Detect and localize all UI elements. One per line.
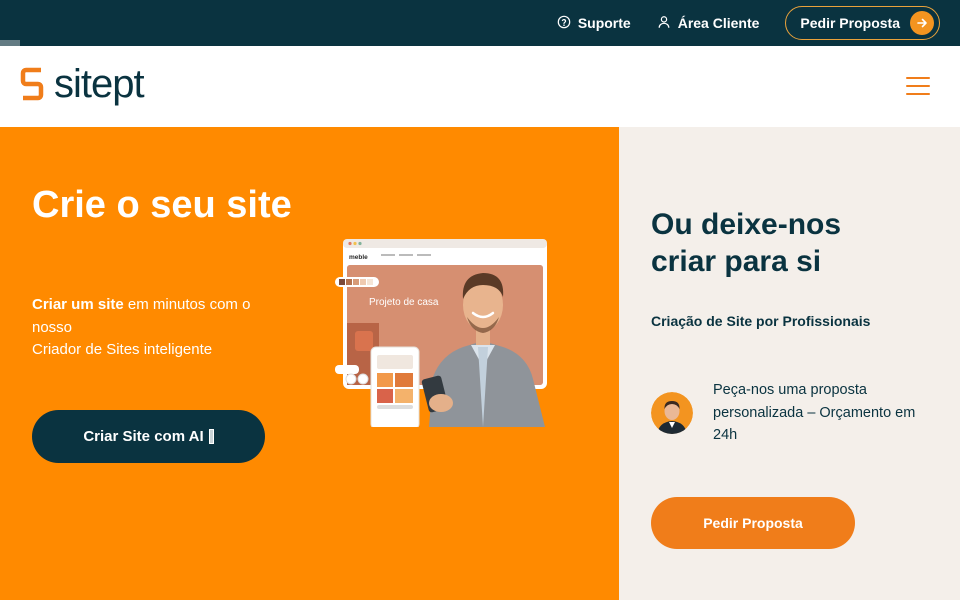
site-header: sitept bbox=[0, 46, 960, 127]
desc-line2: Criador de Sites inteligente bbox=[32, 341, 213, 358]
client-area-link[interactable]: Área Cliente bbox=[657, 15, 760, 32]
proposal-row: Peça-nos uma proposta personalizada – Or… bbox=[651, 379, 923, 447]
mockup-headline: Projeto de casa bbox=[369, 297, 439, 308]
logo-mark-icon bbox=[20, 67, 44, 101]
site-logo[interactable]: sitept bbox=[20, 62, 145, 106]
arrow-right-icon bbox=[910, 11, 934, 35]
top-nav: Suporte Área Cliente Pedir Proposta bbox=[557, 6, 940, 40]
right-title: Ou deixe-nos criar para si bbox=[651, 208, 842, 278]
proposal-text: Peça-nos uma proposta personalizada – Or… bbox=[713, 382, 916, 443]
proposal-button-label: Pedir Proposta bbox=[703, 515, 803, 531]
top-bar: Suporte Área Cliente Pedir Proposta bbox=[0, 0, 960, 46]
pro-service-panel: Ou deixe-nos criar para si Criação de Si… bbox=[619, 127, 960, 600]
proposal-top-label: Pedir Proposta bbox=[800, 15, 900, 31]
client-area-label: Área Cliente bbox=[677, 15, 760, 31]
desc-bold: Criar um site bbox=[32, 296, 124, 313]
avatar bbox=[651, 391, 693, 434]
logo-text: sitept bbox=[54, 62, 145, 106]
support-link[interactable]: Suporte bbox=[557, 15, 631, 32]
user-icon bbox=[657, 15, 671, 32]
hero-illustration: meble Projeto de casa bbox=[335, 239, 547, 427]
proposal-top-button[interactable]: Pedir Proposta bbox=[785, 6, 940, 40]
mockup-brand: meble bbox=[349, 254, 368, 261]
text-cursor-icon bbox=[208, 429, 214, 444]
right-subtitle: Criação de Site por Profissionais bbox=[651, 313, 871, 329]
ai-builder-panel: Crie o seu site Criar um site em minutos… bbox=[0, 127, 619, 600]
proposal-button[interactable]: Pedir Proposta bbox=[651, 497, 855, 549]
create-ai-site-button[interactable]: Criar Site com AI bbox=[32, 410, 265, 463]
left-title: Crie o seu site bbox=[32, 184, 292, 226]
ai-button-label: Criar Site com AI bbox=[83, 428, 204, 445]
hamburger-icon[interactable] bbox=[906, 77, 930, 95]
support-label: Suporte bbox=[577, 15, 631, 31]
left-description: Criar um site em minutos com o nosso Cri… bbox=[32, 294, 292, 362]
help-icon bbox=[557, 15, 571, 32]
